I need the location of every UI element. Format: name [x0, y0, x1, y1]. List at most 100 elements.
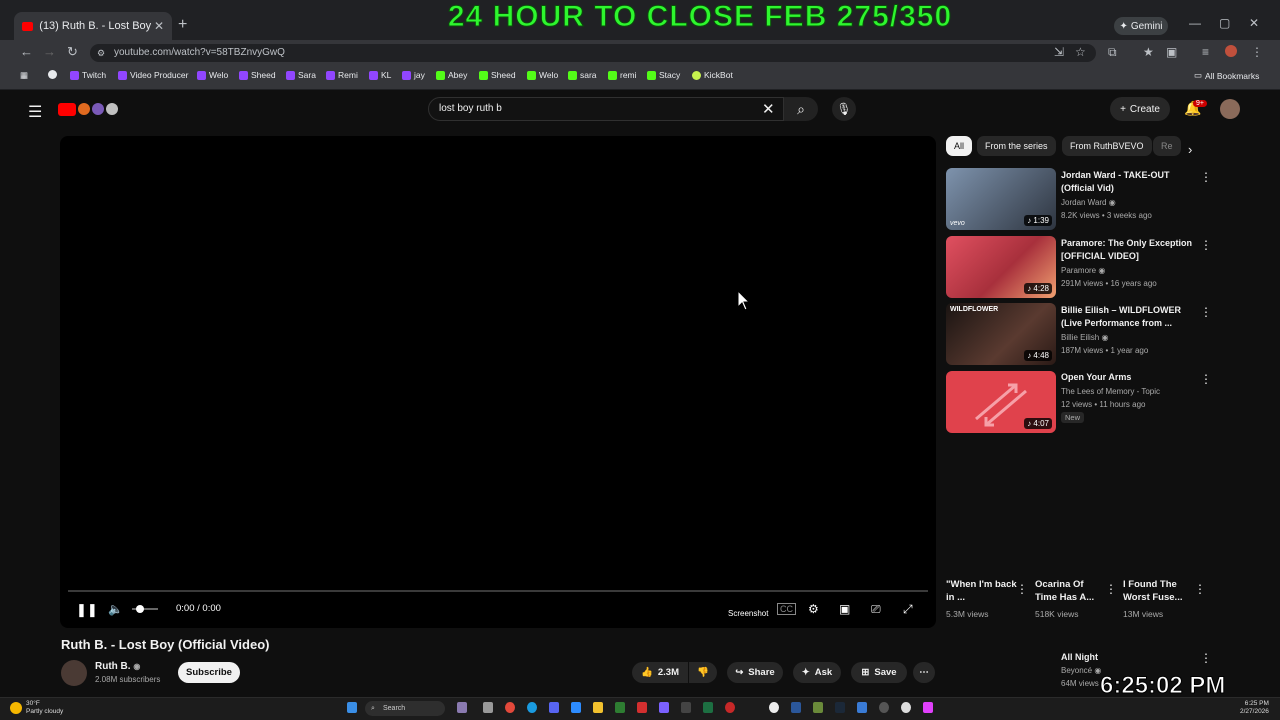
more-options-icon[interactable]: ⋮: [1200, 651, 1212, 665]
app-icon[interactable]: [571, 702, 581, 713]
steam-icon[interactable]: [835, 702, 845, 713]
menu-icon[interactable]: ☰: [28, 102, 42, 122]
site-info-icon[interactable]: ⚙: [97, 44, 105, 62]
back-icon[interactable]: ←: [20, 44, 33, 59]
maximize-icon[interactable]: ▢: [1219, 16, 1230, 30]
related-thumbnail[interactable]: ♪ 4:07: [946, 371, 1056, 433]
save-button[interactable]: ⊞ Save: [851, 662, 907, 683]
downloads-icon[interactable]: ≡: [1202, 45, 1209, 59]
excel-icon[interactable]: [703, 702, 713, 713]
bookmark-item[interactable]: jay: [402, 70, 425, 80]
video-progress-bar[interactable]: [68, 590, 928, 592]
bookmark-item[interactable]: Abey: [436, 70, 467, 80]
related-thumbnail[interactable]: WILDFLOWER ♪ 4:48: [946, 303, 1056, 365]
related-channel[interactable]: Paramore ◉: [1061, 264, 1105, 277]
fullscreen-icon[interactable]: ⤢: [903, 602, 913, 617]
search-button[interactable]: ⌕: [784, 97, 818, 121]
channel-name[interactable]: Ruth B. ◉: [95, 661, 140, 672]
settings-gear-icon[interactable]: ⚙: [808, 602, 819, 616]
widgets-icon[interactable]: [483, 702, 493, 713]
chip-from-ruthbvevo[interactable]: From RuthBVEVO: [1062, 136, 1152, 156]
voice-search-icon[interactable]: 🎙: [832, 97, 856, 121]
more-options-icon[interactable]: ⋮: [1105, 582, 1117, 596]
app-icon[interactable]: [923, 702, 933, 713]
new-tab-icon[interactable]: +: [178, 16, 187, 34]
start-icon[interactable]: [347, 702, 357, 713]
task-view-icon[interactable]: [457, 702, 467, 713]
all-bookmarks[interactable]: ▭ All Bookmarks: [1194, 70, 1259, 81]
bookmark-item[interactable]: Video Producer: [118, 70, 188, 80]
app-icon[interactable]: [879, 702, 889, 713]
captions-icon[interactable]: CC: [777, 603, 796, 615]
edge-icon[interactable]: [527, 702, 537, 713]
related-thumbnail[interactable]: ♪ 4:28: [946, 236, 1056, 298]
gemini-button[interactable]: ✦ Gemini: [1114, 17, 1168, 35]
bookmark-item[interactable]: Sara: [286, 70, 316, 80]
bookmark-item[interactable]: Remi: [326, 70, 358, 80]
related-title[interactable]: Open Your Arms: [1061, 371, 1196, 384]
dislike-button[interactable]: 👎: [689, 662, 717, 683]
related-channel[interactable]: Jordan Ward ◉: [1061, 196, 1116, 209]
related-title[interactable]: Billie Eilish – WILDFLOWER (Live Perform…: [1061, 304, 1196, 330]
acrobat-icon[interactable]: [637, 702, 647, 713]
share-button[interactable]: ↪ Share: [727, 662, 783, 683]
minimize-icon[interactable]: —: [1189, 16, 1201, 30]
window-close-icon[interactable]: ✕: [1249, 16, 1259, 30]
obs-icon[interactable]: [769, 702, 779, 713]
bookmark-item[interactable]: Stacy: [647, 70, 680, 80]
bookmark-item[interactable]: remi: [608, 70, 637, 80]
bookmark-item[interactable]: Sheed: [479, 70, 516, 80]
bookmark-item[interactable]: Welo: [527, 70, 558, 80]
more-options-icon[interactable]: ⋮: [1200, 238, 1212, 252]
related-title[interactable]: All Night: [1061, 651, 1196, 664]
related-thumbnail[interactable]: vevo ♪ 1:39: [946, 168, 1056, 230]
short-title[interactable]: Ocarina Of Time Has A...: [1035, 578, 1105, 604]
discord-icon[interactable]: [549, 702, 559, 713]
related-title[interactable]: Jordan Ward - TAKE-OUT (Official Vid): [1061, 169, 1196, 195]
related-channel[interactable]: Billie Eilish ◉: [1061, 331, 1108, 344]
ask-button[interactable]: ✦ Ask: [793, 662, 841, 683]
bookmark-item[interactable]: KL: [369, 70, 391, 80]
search-input[interactable]: lost boy ruth b: [428, 97, 784, 121]
chip-related[interactable]: Re: [1153, 136, 1181, 156]
more-options-icon[interactable]: ⋮: [1016, 582, 1028, 596]
reload-icon[interactable]: ↻: [67, 44, 78, 60]
chrome-icon[interactable]: [505, 702, 515, 713]
app-icon[interactable]: [615, 702, 625, 713]
create-button[interactable]: + Create: [1110, 97, 1170, 121]
related-channel[interactable]: Beyoncé ◉: [1061, 664, 1101, 677]
close-tab-icon[interactable]: ✕: [154, 19, 164, 33]
app-icon[interactable]: [725, 702, 735, 713]
bookmark-dark-icon[interactable]: [48, 70, 57, 79]
browser-tab-active[interactable]: (13) Ruth B. - Lost Boy (Official ✕: [14, 12, 172, 40]
clear-search-icon[interactable]: ✕: [762, 100, 775, 118]
forward-icon[interactable]: →: [43, 44, 56, 59]
pause-icon[interactable]: ❚❚: [76, 602, 98, 618]
bookmark-star-icon[interactable]: ☆: [1075, 45, 1086, 59]
account-avatar[interactable]: [1220, 99, 1240, 119]
chevron-right-icon[interactable]: ›: [1188, 142, 1192, 157]
chip-all[interactable]: All: [946, 136, 973, 156]
bookmark-item[interactable]: sara: [568, 70, 597, 80]
more-options-icon[interactable]: ⋮: [1200, 170, 1212, 184]
more-options-icon[interactable]: ⋮: [1200, 372, 1212, 386]
install-app-icon[interactable]: ⇲: [1054, 45, 1064, 59]
bookmark-item[interactable]: Twitch: [70, 70, 106, 80]
favorites-icon[interactable]: ★: [1143, 45, 1154, 59]
file-explorer-icon[interactable]: [593, 702, 603, 713]
youtube-logo[interactable]: [58, 100, 122, 118]
volume-icon[interactable]: 🔈: [108, 602, 123, 616]
bookmark-item[interactable]: Welo: [197, 70, 228, 80]
more-actions-icon[interactable]: ⋯: [913, 662, 935, 683]
weather-widget[interactable]: 30°F Partly cloudy: [10, 700, 63, 716]
app-icon[interactable]: [681, 702, 691, 713]
taskbar-search[interactable]: ⌕ Search: [365, 701, 445, 716]
app-icon[interactable]: [901, 702, 911, 713]
app-icon[interactable]: [659, 702, 669, 713]
video-player[interactable]: [60, 136, 936, 628]
screenshot-label[interactable]: Screenshot: [728, 609, 768, 618]
browser-menu-icon[interactable]: ⋮: [1251, 45, 1263, 59]
address-bar[interactable]: ⚙ youtube.com/watch?v=58TBZnvyGwQ: [90, 44, 1096, 62]
extensions-icon[interactable]: ⧉: [1108, 45, 1117, 60]
app-icon[interactable]: [857, 702, 867, 713]
